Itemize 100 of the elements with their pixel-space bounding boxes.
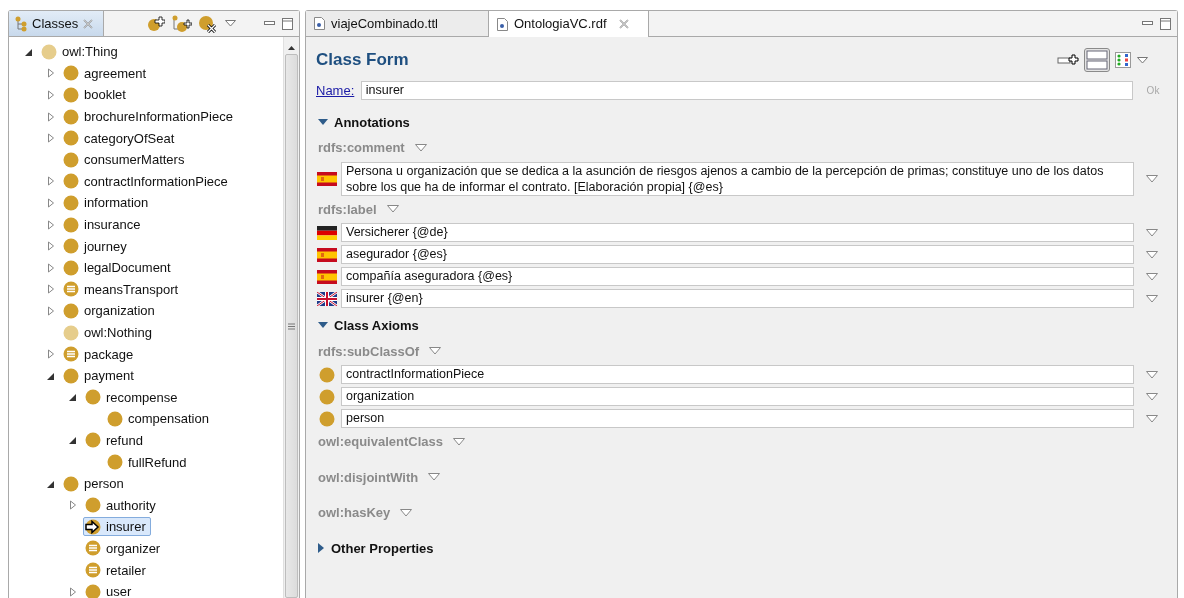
name-field[interactable]: insurer	[360, 81, 1133, 101]
value-field[interactable]: asegurador {@es}	[341, 245, 1134, 264]
tree-item[interactable]: contractInformationPiece	[61, 171, 233, 191]
tree-item[interactable]: owl:Thing	[39, 42, 123, 62]
editor-tab[interactable]: OntologiaVC.rdf	[489, 11, 649, 37]
property-label: rdfs:subClassOf	[318, 342, 420, 361]
class-dot-icon	[63, 216, 79, 233]
tree-item[interactable]: compensation	[105, 409, 214, 429]
tree-item[interactable]: meansTransport	[61, 279, 184, 299]
tree-item[interactable]: information	[61, 193, 154, 213]
grid-view-button[interactable]	[1113, 50, 1134, 70]
tree-item[interactable]: booklet	[61, 85, 131, 105]
dropdown-icon[interactable]	[386, 205, 399, 214]
dropdown-icon[interactable]	[1146, 370, 1158, 379]
expand-arrow-icon[interactable]	[67, 499, 79, 512]
expand-arrow-icon[interactable]	[45, 218, 57, 231]
value-field[interactable]: compañía aseguradora {@es}	[341, 267, 1134, 286]
add-sibling-icon[interactable]	[171, 14, 192, 33]
dropdown-icon[interactable]	[414, 143, 427, 152]
tree-item[interactable]: legalDocument	[61, 258, 176, 278]
minimize-icon[interactable]	[264, 21, 275, 26]
collapse-arrow-icon[interactable]	[318, 118, 328, 126]
tree-item[interactable]: user	[83, 582, 137, 598]
tree-item[interactable]: payment	[61, 366, 139, 386]
expand-arrow-icon[interactable]	[45, 283, 57, 296]
dropdown-icon[interactable]	[453, 437, 465, 446]
expand-arrow-icon[interactable]	[45, 67, 57, 80]
expand-arrow-icon[interactable]	[318, 543, 325, 554]
tree-item[interactable]: consumerMatters	[61, 150, 190, 170]
expand-arrow-icon[interactable]	[67, 585, 79, 598]
tree-item[interactable]: authority	[83, 495, 161, 515]
expand-arrow-icon[interactable]	[45, 175, 57, 188]
dropdown-icon[interactable]	[1146, 294, 1158, 303]
expand-arrow-icon[interactable]	[45, 240, 57, 253]
dropdown-icon[interactable]	[1146, 272, 1158, 281]
tree-item[interactable]: refund	[83, 431, 148, 450]
expand-arrow-icon[interactable]	[45, 110, 57, 123]
scroll-up-icon[interactable]	[287, 45, 296, 51]
view-menu-icon[interactable]	[1136, 56, 1148, 64]
tree-item[interactable]: fullRefund	[105, 452, 192, 472]
name-link[interactable]: Name:	[316, 81, 355, 101]
dropdown-icon[interactable]	[428, 473, 441, 482]
expand-arrow-icon[interactable]	[45, 304, 57, 317]
tree-item[interactable]: journey	[61, 236, 132, 256]
expand-arrow-icon[interactable]	[45, 132, 57, 145]
dropdown-icon[interactable]	[429, 347, 442, 356]
dropdown-icon[interactable]	[400, 508, 413, 517]
tree-item[interactable]: categoryOfSeat	[61, 128, 180, 148]
class-field[interactable]: person	[341, 409, 1134, 428]
add-subclass-icon[interactable]	[145, 15, 166, 32]
section-title[interactable]: Class Axioms	[334, 316, 419, 336]
expand-arrow-icon[interactable]	[45, 348, 57, 361]
close-icon[interactable]	[83, 18, 94, 29]
collapse-arrow-icon[interactable]	[318, 322, 328, 330]
class-hierarchy-icon	[15, 15, 27, 32]
tree-item[interactable]: insurer	[83, 517, 151, 537]
tree-item[interactable]: package	[61, 344, 139, 364]
expand-arrow-icon[interactable]	[45, 261, 57, 274]
minimize-icon[interactable]	[1142, 21, 1153, 26]
maximize-icon[interactable]	[1159, 17, 1171, 30]
tree-item[interactable]: owl:Nothing	[61, 323, 157, 342]
tree-item[interactable]: recompense	[83, 387, 183, 407]
tree-item[interactable]: organizer	[83, 538, 166, 558]
tree-item[interactable]: brochureInformationPiece	[61, 107, 238, 127]
tree-item[interactable]: person	[61, 474, 129, 494]
class-dot-icon	[63, 65, 79, 82]
class-dot-icon	[63, 367, 79, 384]
dropdown-icon[interactable]	[1146, 228, 1158, 237]
form-title: Class Form	[316, 49, 409, 72]
value-field[interactable]: Persona u organización que se dedica a la asunción de riesgos ajenos a cambio de la percepción de primas; constituye uno de los datos sobre los que ha de informar el contrato. [Elaboración propia] {@es}	[341, 161, 1134, 196]
delete-class-icon[interactable]	[198, 14, 219, 33]
tree-item[interactable]: insurance	[61, 215, 146, 235]
class-dot-icon	[63, 302, 79, 319]
class-dot-icon	[63, 173, 79, 190]
value-field[interactable]: insurer {@en}	[341, 289, 1134, 308]
view-menu-icon[interactable]	[224, 20, 236, 27]
tree-item[interactable]: organization	[61, 301, 160, 321]
arrow-class-icon	[85, 518, 101, 535]
class-field[interactable]: organization	[341, 387, 1134, 406]
value-field[interactable]: Versicherer {@de}	[341, 223, 1134, 242]
expand-arrow-icon[interactable]	[45, 196, 57, 209]
tree-item[interactable]: agreement	[61, 63, 152, 83]
class-lines-icon	[85, 562, 101, 579]
expand-arrow-icon[interactable]	[45, 89, 57, 101]
section-title[interactable]: Annotations	[334, 112, 410, 132]
flag-icon	[317, 171, 337, 186]
editor-tab[interactable]: viajeCombinado.ttl	[306, 11, 489, 36]
section-title[interactable]: Other Properties	[331, 538, 434, 558]
scrollbar-thumb[interactable]	[285, 54, 298, 598]
tree-item[interactable]: retailer	[83, 560, 151, 580]
maximize-icon[interactable]	[281, 17, 293, 30]
dropdown-icon[interactable]	[1146, 392, 1158, 401]
close-icon[interactable]	[618, 19, 629, 29]
class-dot-icon	[85, 389, 101, 406]
dropdown-icon[interactable]	[1146, 174, 1158, 183]
dropdown-icon[interactable]	[1146, 250, 1158, 259]
flag-icon	[317, 291, 337, 306]
class-field[interactable]: contractInformationPiece	[341, 365, 1134, 384]
dropdown-icon[interactable]	[1146, 414, 1158, 423]
class-dot-icon	[63, 87, 79, 103]
